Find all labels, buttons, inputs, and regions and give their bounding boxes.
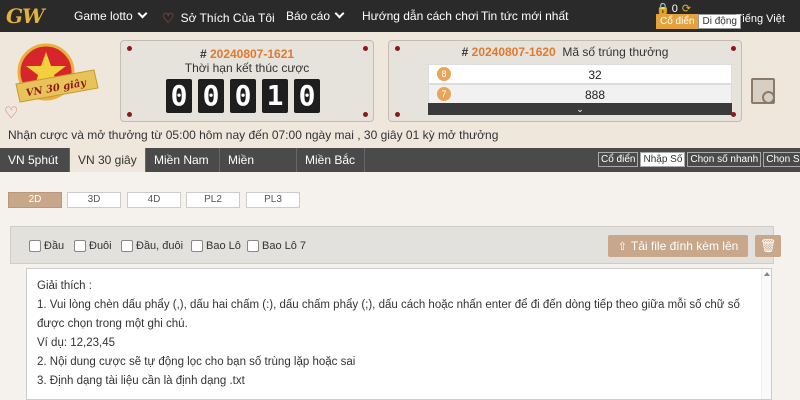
countdown-timer: 0 0 0 1 0 <box>166 79 320 113</box>
subtab-pl3[interactable]: PL3 <box>246 192 300 208</box>
instructions-line: 1. Vui lòng chèn dấu phẩy (,), dấu hai c… <box>37 299 740 311</box>
instructions-line: Ví dụ: 12,23,45 <box>37 337 116 349</box>
checkbox-box[interactable] <box>74 240 86 252</box>
checkbox-label: Đuôi <box>89 240 112 252</box>
heart-icon: ♡ <box>162 10 175 26</box>
nav-reports-label: Báo cáo <box>286 9 331 23</box>
tool-classic-button[interactable]: Cổ điển <box>598 152 639 167</box>
site-logo[interactable]: GW <box>6 4 56 28</box>
subtab-2d[interactable]: 2D <box>8 192 62 208</box>
deadline-label: Thời hạn kết thúc cược <box>184 61 310 75</box>
card-dot <box>127 112 132 117</box>
mode-classic-button[interactable]: Cổ điển <box>656 14 699 29</box>
chevron-down-icon <box>334 8 345 19</box>
checkbox-label: Bao Lô <box>206 240 241 252</box>
display-mode-switch: Cổ điển Di động <box>656 14 741 29</box>
upload-file-button[interactable]: ⇧ Tải file đính kèm lên <box>608 235 748 257</box>
checkbox-box[interactable] <box>191 240 203 252</box>
instructions-line: được chọn trong một ghi chú. <box>37 318 188 330</box>
countdown-digit: 0 <box>166 79 192 113</box>
subtab-3d[interactable]: 3D <box>67 192 121 208</box>
result-ball: 8 <box>437 67 451 81</box>
input-mode-tools: Cổ điển Nhập Số Chọn số nhanh Chọn Số <box>598 152 800 167</box>
period-hash: # <box>199 47 207 61</box>
tab-vn-30-giay[interactable]: VN 30 giây <box>70 148 146 172</box>
nav-reports[interactable]: Báo cáo <box>286 8 345 23</box>
card-dot <box>363 112 368 117</box>
checkbox-box[interactable] <box>121 240 133 252</box>
subtab-pl2[interactable]: PL2 <box>186 192 240 208</box>
tab-vn-5phut[interactable]: VN 5phút <box>0 148 70 172</box>
tool-pick-numbers-button[interactable]: Chọn Số <box>763 152 800 167</box>
delete-button[interactable]: 🗑 <box>755 235 781 257</box>
instructions-line: 3. Định dạng tài liệu cần là định dạng .… <box>37 375 245 387</box>
logo-text: GW <box>6 4 45 28</box>
nav-game-lotto-label: Game lotto <box>74 9 133 23</box>
results-period-number: 20240807-1620 <box>471 45 556 59</box>
chevron-down-icon <box>137 8 148 19</box>
schedule-info: Nhận cược và mở thưởng từ 05:00 hôm nay … <box>8 128 499 142</box>
result-row: 8 32 <box>428 64 732 84</box>
countdown-digit: 0 <box>294 79 320 113</box>
favorite-heart-icon[interactable]: ♡ <box>4 103 18 123</box>
result-value: 888 <box>584 88 606 102</box>
language-selector[interactable]: Tiếng Việt <box>736 13 785 25</box>
scroll-up-icon[interactable] <box>764 272 770 276</box>
nav-latest-news[interactable]: Tin tức mới nhất <box>481 9 568 23</box>
results-label: Mã số trúng thưởng <box>562 45 669 59</box>
checkbox-bao-lo-7[interactable]: Bao Lô 7 <box>247 240 306 252</box>
game-badge: VN 30 giây <box>6 40 106 120</box>
result-ball: 7 <box>437 87 451 101</box>
current-period: # 20240807-1621 <box>121 47 373 61</box>
checkbox-box[interactable] <box>29 240 41 252</box>
checkbox-dau-duoi[interactable]: Đầu, đuôi <box>121 240 183 252</box>
vietnam-flag-badge-icon: VN 30 giây <box>15 43 99 103</box>
instructions-title: Giải thích : <box>37 280 92 292</box>
game-tab-bar: VN 5phút VN 30 giây Miền Nam Miền Trung … <box>0 148 800 191</box>
nav-how-to-play[interactable]: Hướng dẫn cách chơi <box>362 9 479 23</box>
checkbox-bao-lo[interactable]: Bao Lô <box>191 240 241 252</box>
tab-mien-bac[interactable]: Miền Bắc <box>297 148 365 172</box>
countdown-digit: 1 <box>262 79 288 113</box>
tool-quick-pick-button[interactable]: Chọn số nhanh <box>687 152 762 167</box>
nav-favorites[interactable]: ♡ Sở Thích Của Tôi <box>162 9 275 26</box>
countdown-digit: 0 <box>198 79 224 113</box>
checkbox-label: Đầu <box>44 240 65 252</box>
period-hash: # <box>461 45 469 59</box>
current-period-number: 20240807-1621 <box>209 47 295 61</box>
mode-mobile-button[interactable]: Di động <box>698 14 741 29</box>
tool-enter-numbers-button[interactable]: Nhập Số <box>640 152 686 167</box>
checkbox-dau[interactable]: Đầu <box>29 240 64 252</box>
textarea-scrollbar[interactable] <box>761 269 771 399</box>
result-row: 7 888 <box>428 84 732 104</box>
countdown-digit: 0 <box>230 79 256 113</box>
trash-icon: 🗑 <box>759 238 777 253</box>
history-document-icon[interactable] <box>751 78 775 104</box>
instructions-line: 2. Nội dung cược sẽ tự động lọc cho bạn … <box>37 356 356 368</box>
bet-numbers-textarea[interactable]: Giải thích : 1. Vui lòng chèn dấu phẩy (… <box>26 268 772 400</box>
nav-game-lotto[interactable]: Game lotto <box>74 8 148 23</box>
checkbox-label: Bao Lô 7 <box>262 240 307 252</box>
checkbox-box[interactable] <box>247 240 259 252</box>
card-dot <box>395 112 400 117</box>
result-value: 32 <box>588 68 602 82</box>
tab-mien-trung[interactable]: Miền Trung <box>220 148 297 191</box>
checkbox-label: Đầu, đuôi <box>136 240 184 252</box>
top-navigation-bar: GW Game lotto ♡ Sở Thích Của Tôi Báo cáo … <box>0 0 800 32</box>
chevron-down-icon: ⌄ <box>576 104 584 114</box>
bet-options-bar: Đầu Đuôi Đầu, đuôi Bao Lô Bao Lô 7 ⇧ Tải … <box>10 226 781 264</box>
nav-how-to-play-label: Hướng dẫn cách chơi <box>362 9 479 23</box>
subtab-4d[interactable]: 4D <box>127 192 181 208</box>
main-panel: 2D 3D 4D PL2 PL3 Đầu Đuôi Đầu, đuôi Bao … <box>0 172 800 400</box>
checkbox-duoi[interactable]: Đuôi <box>74 240 112 252</box>
tab-mien-nam[interactable]: Miền Nam <box>146 148 220 172</box>
nav-favorites-label: Sở Thích Của Tôi <box>180 11 275 25</box>
upload-icon: ⇧ <box>617 241 627 253</box>
countdown-card: # 20240807-1621 Thời hạn kết thúc cược 0… <box>120 40 374 122</box>
expand-results-button[interactable]: ⌄ <box>428 103 732 115</box>
upload-label: Tải file đính kèm lên <box>630 239 739 253</box>
nav-latest-news-label: Tin tức mới nhất <box>481 9 569 23</box>
results-title: # 20240807-1620 Mã số trúng thưởng <box>389 45 741 59</box>
